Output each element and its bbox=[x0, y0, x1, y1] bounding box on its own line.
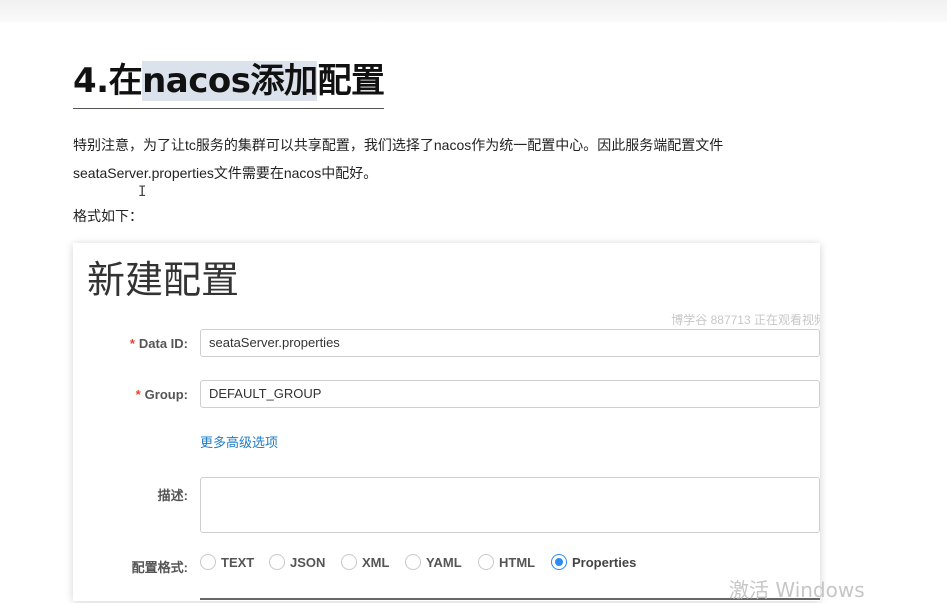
radio-label: Properties bbox=[572, 554, 637, 570]
note-paragraph: 特别注意，为了让tc服务的集群可以共享配置，我们选择了nacos作为统一配置中心… bbox=[73, 137, 724, 181]
description-textarea[interactable] bbox=[200, 477, 820, 533]
radio-label: YAML bbox=[426, 554, 462, 570]
data-id-label-text: Data ID: bbox=[138, 336, 188, 351]
radio-properties[interactable]: Properties bbox=[551, 554, 636, 570]
radio-circle-icon bbox=[405, 554, 421, 570]
new-config-screenshot: 新建配置 博学谷 887713 正在观看视频 * Data ID: seataSe… bbox=[73, 243, 820, 601]
radio-circle-icon bbox=[478, 554, 494, 570]
heading-prefix: 4.在 bbox=[73, 61, 143, 101]
data-id-input[interactable]: seataServer.properties bbox=[200, 329, 820, 357]
radio-json[interactable]: JSON bbox=[269, 554, 325, 570]
page-heading: 4.在nacos添加配置 bbox=[73, 58, 385, 109]
format-intro-text: 格式如下： bbox=[73, 208, 143, 224]
advanced-options-link[interactable]: 更多高级选项 bbox=[200, 432, 278, 451]
config-format-label: 配置格式: bbox=[131, 560, 188, 575]
description-label: 描述: bbox=[157, 488, 188, 503]
activate-windows-watermark: 激活 Windows bbox=[729, 578, 865, 602]
radio-label: HTML bbox=[499, 554, 536, 570]
radio-circle-icon bbox=[341, 554, 357, 570]
viewer-watermark: 博学谷 887713 正在观看视频 bbox=[671, 313, 820, 327]
heading-suffix: 配置 bbox=[317, 61, 385, 101]
group-label-text: Group: bbox=[144, 387, 188, 402]
heading-highlight: nacos添加 bbox=[142, 61, 318, 101]
editor-top-border bbox=[200, 598, 820, 600]
radio-checked-icon bbox=[551, 554, 567, 570]
top-bar bbox=[0, 0, 947, 22]
required-mark: * bbox=[129, 336, 135, 351]
radio-label: TEXT bbox=[221, 554, 255, 570]
group-label: * Group: bbox=[73, 387, 188, 402]
radio-yaml[interactable]: YAML bbox=[405, 554, 462, 570]
radio-circle-icon bbox=[200, 554, 216, 570]
text-cursor-icon: I bbox=[138, 184, 147, 200]
radio-circle-icon bbox=[269, 554, 285, 570]
group-input[interactable]: DEFAULT_GROUP bbox=[200, 380, 820, 408]
radio-html[interactable]: HTML bbox=[478, 554, 535, 570]
radio-label: XML bbox=[362, 554, 390, 570]
radio-text[interactable]: TEXT bbox=[200, 554, 254, 570]
new-config-title: 新建配置 bbox=[87, 258, 240, 302]
data-id-label: * Data ID: bbox=[73, 336, 188, 351]
required-mark: * bbox=[135, 387, 141, 402]
radio-xml[interactable]: XML bbox=[341, 554, 389, 570]
radio-label: JSON bbox=[290, 554, 326, 570]
